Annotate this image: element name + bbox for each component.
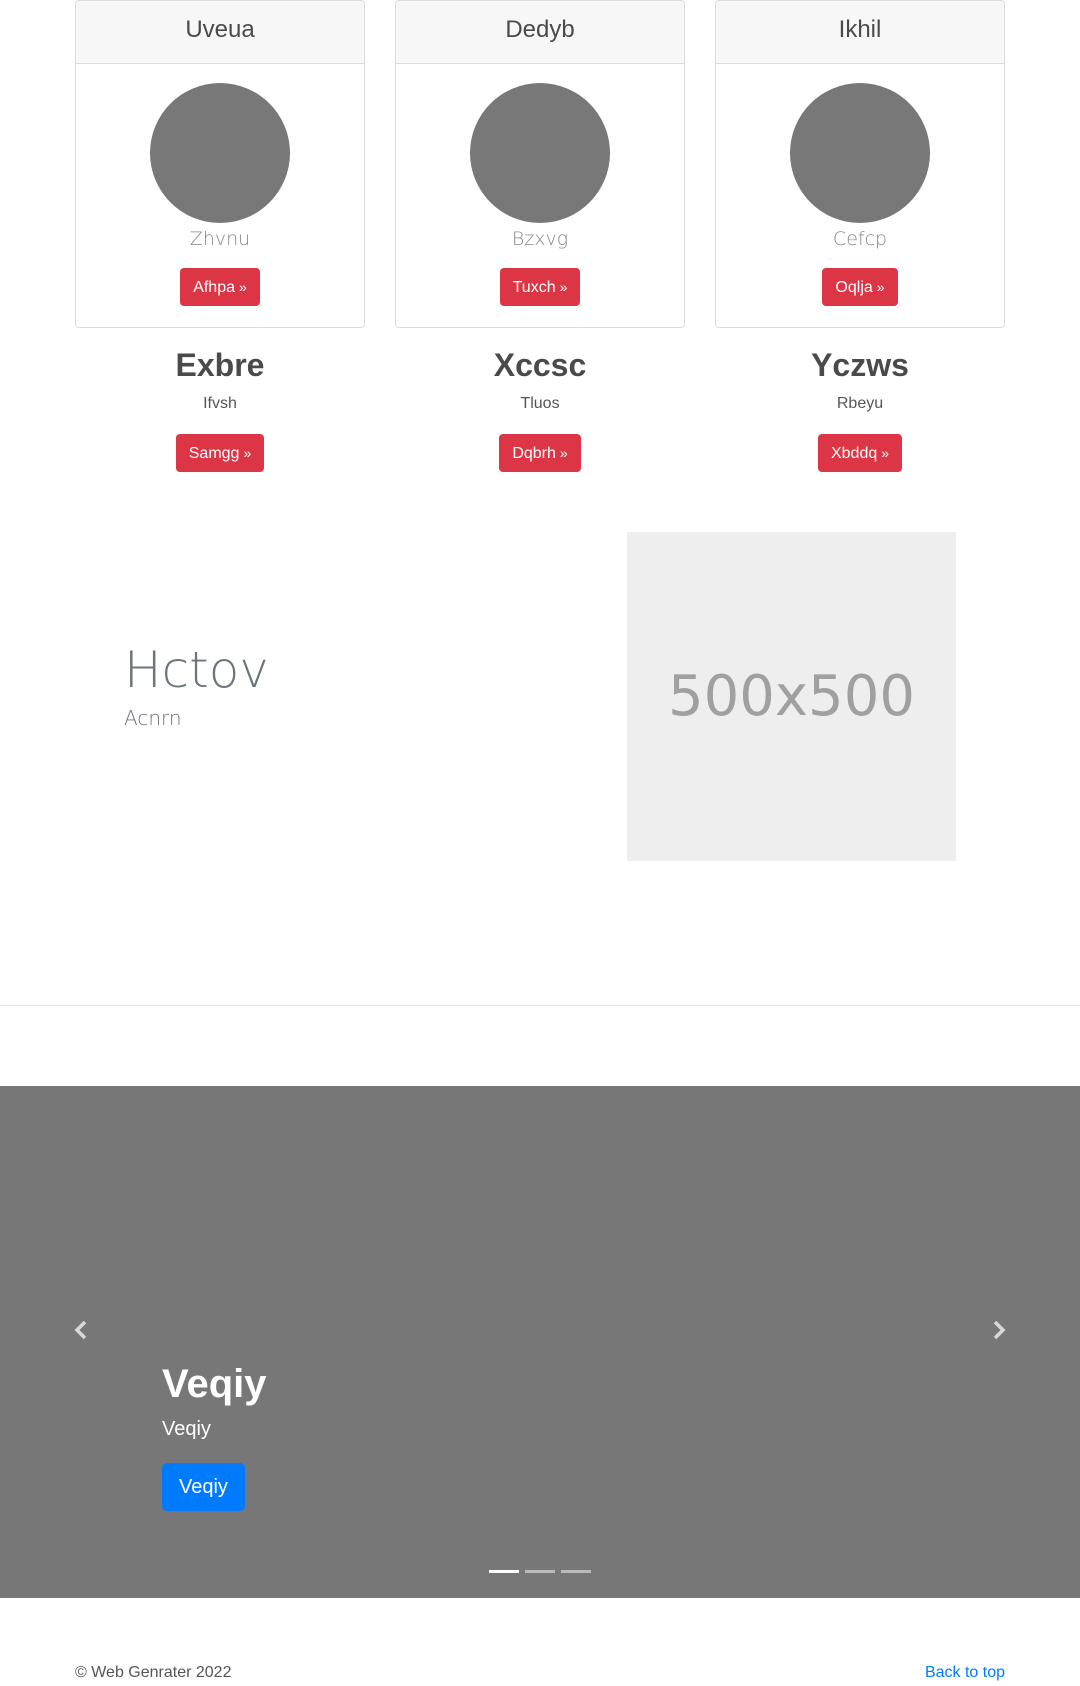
feature-button[interactable]: Samgg» — [175, 434, 265, 472]
card-subtitle: Cefcp — [832, 228, 888, 250]
avatar — [790, 83, 930, 223]
feature-button-label: Samgg — [188, 445, 240, 462]
card-title: Uveua — [76, 1, 364, 64]
feature-button-label: Dqbrh — [512, 445, 556, 462]
card-row: Uveua Zhvnu Afhpa» Dedyb Bzxvg Tuxch» Ik… — [75, 0, 1005, 328]
feature-button[interactable]: Xbddq» — [817, 434, 903, 472]
carousel-next-button[interactable] — [984, 1310, 1014, 1350]
carousel-indicator[interactable] — [525, 1570, 555, 1573]
section-divider — [0, 1005, 1080, 1006]
feature-subtitle: Tluos — [520, 395, 560, 412]
hero-subtitle: Acnrn — [124, 706, 182, 730]
feature-button-label: Xbddq — [830, 445, 878, 462]
card-1: Uveua Zhvnu Afhpa» — [75, 0, 365, 328]
feature-title: Xccsc — [493, 347, 587, 383]
chevron-right-double-icon: » — [239, 279, 247, 295]
chevron-right-double-icon: » — [559, 445, 568, 461]
chevron-right-icon — [993, 1320, 1006, 1340]
back-to-top-link[interactable]: Back to top — [925, 1664, 1005, 1682]
carousel-prev-button[interactable] — [66, 1310, 96, 1350]
avatar — [150, 83, 290, 223]
feature-title: Exbre — [175, 347, 265, 383]
footer-copyright: © Web Genrater 2022 — [75, 1664, 232, 1681]
avatar — [470, 83, 610, 223]
image-placeholder: 500x500 — [627, 532, 956, 861]
carousel-caption-title: Veqiy — [162, 1362, 267, 1406]
carousel: Veqiy Veqiy Veqiy — [0, 1086, 1080, 1598]
card-title: Ikhil — [716, 1, 1004, 64]
feature-subtitle: Ifvsh — [203, 395, 237, 412]
feature-subtitle: Rbeyu — [836, 395, 884, 412]
card-button-label: Tuxch — [512, 279, 556, 296]
carousel-indicator[interactable] — [489, 1570, 519, 1573]
image-placeholder-label: 500x500 — [668, 664, 915, 729]
feature-1: Exbre Ifvsh Samgg» — [75, 345, 365, 472]
card-button-label: Oqlja — [835, 279, 873, 296]
feature-3: Yczws Rbeyu Xbddq» — [715, 345, 1005, 472]
chevron-left-icon — [74, 1320, 87, 1340]
carousel-caption-text: Veqiy — [162, 1418, 211, 1440]
carousel-caption-button[interactable]: Veqiy — [162, 1463, 245, 1511]
feature-title: Yczws — [811, 347, 909, 383]
card-3: Ikhil Cefcp Oqlja» — [715, 0, 1005, 328]
card-button[interactable]: Tuxch» — [499, 268, 581, 306]
card-button-label: Afhpa — [193, 279, 235, 296]
feature-button[interactable]: Dqbrh» — [499, 434, 581, 472]
card-subtitle: Bzxvg — [511, 228, 569, 250]
card-subtitle: Zhvnu — [189, 228, 251, 250]
card-title: Dedyb — [396, 1, 684, 64]
feature-2: Xccsc Tluos Dqbrh» — [395, 345, 685, 472]
card-button[interactable]: Oqlja» — [822, 268, 898, 306]
chevron-right-double-icon: » — [876, 279, 885, 295]
card-button[interactable]: Afhpa» — [180, 268, 260, 306]
chevron-right-double-icon: » — [881, 445, 890, 461]
carousel-indicator[interactable] — [561, 1570, 591, 1573]
hero-title: Hctov — [124, 641, 269, 699]
chevron-right-double-icon: » — [559, 279, 568, 295]
card-2: Dedyb Bzxvg Tuxch» — [395, 0, 685, 328]
chevron-right-double-icon: » — [243, 445, 252, 461]
carousel-indicators — [489, 1570, 591, 1573]
